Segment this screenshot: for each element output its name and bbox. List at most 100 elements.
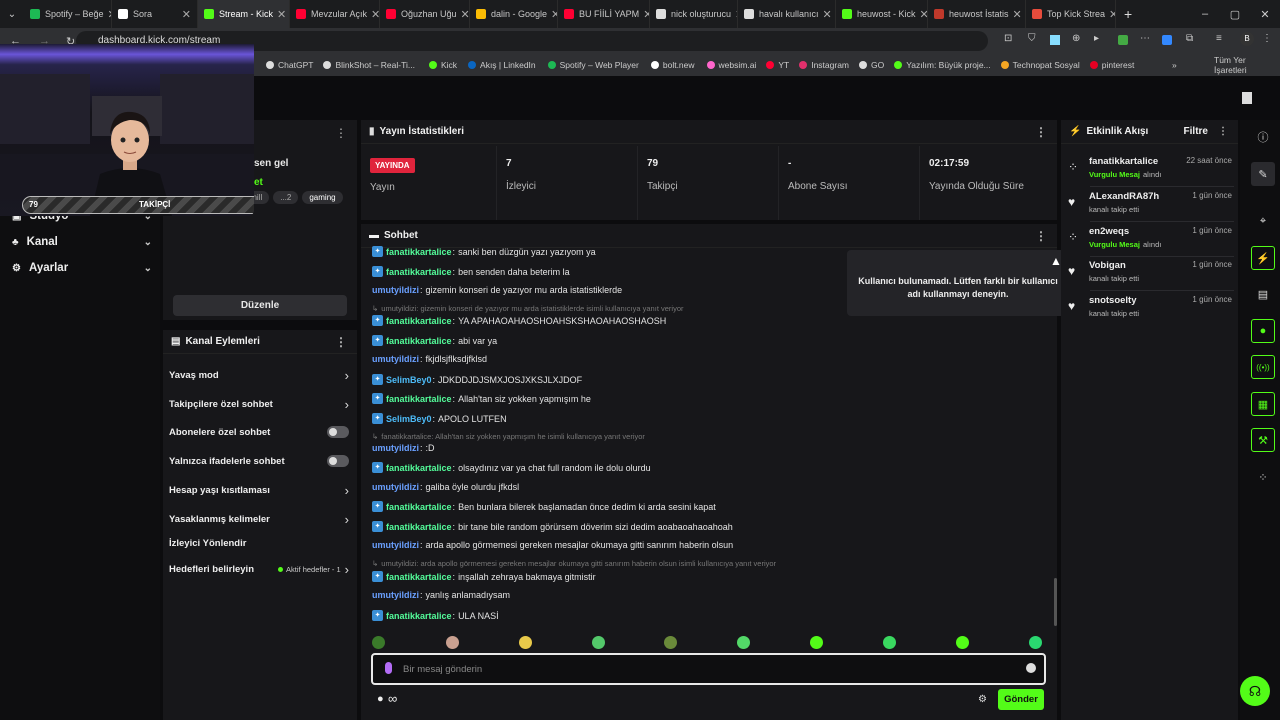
tab-close-icon[interactable]: ✕ bbox=[1009, 8, 1022, 21]
channel-action-row[interactable]: Hedefleri belirleyin Aktif hedefler - 1 › bbox=[169, 562, 349, 577]
bookmark-item[interactable]: Spotify – Web Player bbox=[547, 60, 639, 70]
tab-close-icon[interactable]: ✕ bbox=[273, 8, 286, 21]
browser-tab[interactable]: nick oluşturucu✕ bbox=[650, 0, 738, 28]
chat-message[interactable]: ✦ fanatikkartalice: ben senden daha beteri… bbox=[372, 266, 570, 277]
emote-icon[interactable] bbox=[519, 636, 532, 649]
chat-username[interactable]: fanatikkartalice bbox=[386, 522, 452, 532]
emote-icon[interactable] bbox=[446, 636, 459, 649]
broadcast-icon[interactable]: ((•)) bbox=[1251, 355, 1275, 379]
mic-icon[interactable] bbox=[385, 662, 392, 674]
sidebar-item-kanal[interactable]: ♣ Kanal ⌄ bbox=[12, 236, 152, 248]
chat-username[interactable]: umutyildizi bbox=[372, 285, 419, 295]
bookmark-item[interactable]: Yazılım: Büyük proje... bbox=[894, 60, 991, 70]
chat-username[interactable]: umutyildizi bbox=[372, 354, 419, 364]
chat-message[interactable]: umutyildizi: yanlış anlamadıysam bbox=[372, 590, 510, 600]
extension-2-icon[interactable] bbox=[1050, 35, 1060, 45]
chat-username[interactable]: fanatikkartalice bbox=[386, 316, 452, 326]
sidebar-item-gear[interactable]: ⚙ Ayarlar ⌄ bbox=[12, 262, 152, 274]
chat-message[interactable]: ✦ fanatikkartalice: olsaydınız var ya chat… bbox=[372, 462, 651, 473]
bookmark-item[interactable]: Kick bbox=[428, 60, 457, 70]
browser-tab[interactable]: Spotify – Beğe✕ bbox=[24, 0, 112, 28]
chat-username[interactable]: umutyildizi bbox=[372, 590, 419, 600]
chat-scrollbar[interactable] bbox=[1054, 578, 1057, 626]
edit-icon[interactable]: ✎ bbox=[1251, 162, 1275, 186]
bookmark-item[interactable]: bolt.new bbox=[650, 60, 695, 70]
chat-message[interactable]: ✦ fanatikkartalice: YA APAHAOAHAOSHOAHSKSH… bbox=[372, 315, 666, 326]
new-tab-button[interactable]: + bbox=[1124, 6, 1132, 22]
send-button[interactable]: Gönder bbox=[998, 689, 1044, 710]
activity-event[interactable]: ⁘ en2weqs Vurgulu Mesaj alındı 1 gün önce bbox=[1068, 226, 1234, 249]
chat-username[interactable]: SelimBey0 bbox=[386, 375, 432, 385]
chat-username[interactable]: fanatikkartalice bbox=[386, 572, 452, 582]
channel-action-row[interactable]: Takipçilere özel sohbet › bbox=[169, 397, 349, 412]
wrench-icon[interactable]: ⚒ bbox=[1251, 428, 1275, 452]
channel-action-row[interactable]: Hesap yaşı kısıtlaması › bbox=[169, 483, 349, 498]
puzzle-icon[interactable]: ⧉ bbox=[1186, 33, 1193, 44]
emoji-icon[interactable] bbox=[1026, 663, 1036, 673]
emote-icon[interactable] bbox=[592, 636, 605, 649]
bookmark-item[interactable]: Akış | LinkedIn bbox=[468, 60, 536, 70]
emote-icon[interactable] bbox=[810, 636, 823, 649]
extension-5-icon[interactable]: ⋯ bbox=[1140, 33, 1150, 44]
chat-username[interactable]: SelimBey0 bbox=[386, 414, 432, 424]
chat-username[interactable]: fanatikkartalice bbox=[386, 502, 452, 512]
channel-action-row[interactable]: Yasaklanmış kelimeler › bbox=[169, 512, 349, 527]
chat-message[interactable]: ✦ fanatikkartalice: sanki ben düzgün yazı … bbox=[372, 246, 596, 257]
chat-menu-icon[interactable]: ⋮ bbox=[1035, 229, 1047, 243]
tab-close-icon[interactable]: ✕ bbox=[819, 8, 832, 21]
tag-chip[interactable]: ...2 bbox=[273, 191, 299, 204]
channel-action-row[interactable]: Yalnızca ifadelerle sohbet bbox=[169, 455, 349, 467]
chat-message[interactable]: ✦ SelimBey0: JDKDDJDJSMXJOSJXKSJLXJDOF bbox=[372, 374, 582, 385]
extension-4-icon[interactable] bbox=[1118, 35, 1128, 45]
tab-close-icon[interactable]: ✕ bbox=[457, 8, 469, 21]
chat-username[interactable]: fanatikkartalice bbox=[386, 267, 452, 277]
shield-icon[interactable]: ⛉ bbox=[1028, 33, 1036, 44]
bookmark-item[interactable]: Instagram bbox=[799, 60, 849, 70]
bookmarks-overflow-icon[interactable]: » bbox=[1172, 60, 1177, 70]
chat-message[interactable]: ✦ fanatikkartalice: ULA NASİ bbox=[372, 610, 499, 621]
tab-close-icon[interactable]: ✕ bbox=[916, 8, 927, 21]
emote-icon[interactable] bbox=[1029, 636, 1042, 649]
browser-tab[interactable]: Mevzular Açık ✕ bbox=[290, 0, 380, 28]
browser-tab[interactable]: heuwost İstatis ✕ bbox=[928, 0, 1026, 28]
emote-icon[interactable] bbox=[372, 636, 385, 649]
edit-button[interactable]: Düzenle bbox=[173, 295, 347, 316]
support-chat-button[interactable]: ☊ bbox=[1240, 676, 1270, 706]
browser-tab[interactable]: Top Kick Strea✕ bbox=[1026, 0, 1116, 28]
browser-tab[interactable]: dalin - Google✕ bbox=[470, 0, 558, 28]
browser-tab[interactable]: Stream - Kick ✕ bbox=[198, 0, 290, 28]
chat-message[interactable]: umutyildizi: fkjdlsjflksdjfklsd bbox=[372, 354, 487, 364]
chat-username[interactable]: fanatikkartalice bbox=[386, 611, 452, 621]
emote-icon[interactable] bbox=[737, 636, 750, 649]
stats-menu-icon[interactable]: ⋮ bbox=[1035, 125, 1047, 139]
layout-icon[interactable]: ▦ bbox=[1251, 392, 1275, 416]
chat-message[interactable]: umutyildizi: gizemin konseri de yazıyor m… bbox=[372, 285, 622, 295]
channel-action-row[interactable]: İzleyici Yönlendir bbox=[169, 538, 349, 549]
tab-close-icon[interactable]: ✕ bbox=[731, 8, 737, 21]
chat-settings-icon[interactable]: ⚙ bbox=[978, 694, 987, 705]
tag-chip[interactable]: gaming bbox=[302, 191, 343, 204]
document-icon[interactable]: ▤ bbox=[1251, 282, 1275, 306]
coins-icon[interactable]: ⁘ bbox=[1251, 465, 1275, 489]
emote-icon[interactable] bbox=[664, 636, 677, 649]
tab-close-icon[interactable]: ✕ bbox=[639, 8, 649, 21]
channel-action-row[interactable]: Abonelere özel sohbet bbox=[169, 426, 349, 438]
chat-message[interactable]: ✦ fanatikkartalice: bir tane bile random g… bbox=[372, 521, 733, 532]
tab-search-button[interactable]: ⌄ bbox=[0, 9, 24, 20]
browser-tab[interactable]: Oğuzhan Uğu ✕ bbox=[380, 0, 470, 28]
activity-event[interactable]: ♥ snotsoelty kanalı takip etti 1 gün önce bbox=[1068, 295, 1234, 318]
chat-username[interactable]: umutyildizi bbox=[372, 482, 419, 492]
tab-close-icon[interactable]: ✕ bbox=[104, 8, 111, 21]
chat-username[interactable]: umutyildizi bbox=[372, 540, 419, 550]
window-maximize-button[interactable]: ▢ bbox=[1220, 8, 1250, 21]
tab-close-icon[interactable]: ✕ bbox=[1105, 8, 1115, 21]
window-minimize-button[interactable]: – bbox=[1190, 8, 1220, 20]
chat-username[interactable]: fanatikkartalice bbox=[386, 247, 452, 257]
profile-icon[interactable]: B bbox=[1240, 32, 1254, 46]
actions-menu-icon[interactable]: ⋮ bbox=[335, 335, 347, 349]
chat-input[interactable]: Bir mesaj gönderin bbox=[371, 653, 1046, 685]
bookmark-icon[interactable] bbox=[1242, 92, 1252, 104]
chat-username[interactable]: fanatikkartalice bbox=[386, 336, 452, 346]
extension-6-icon[interactable] bbox=[1162, 35, 1172, 45]
tab-close-icon[interactable]: ✕ bbox=[367, 8, 379, 21]
